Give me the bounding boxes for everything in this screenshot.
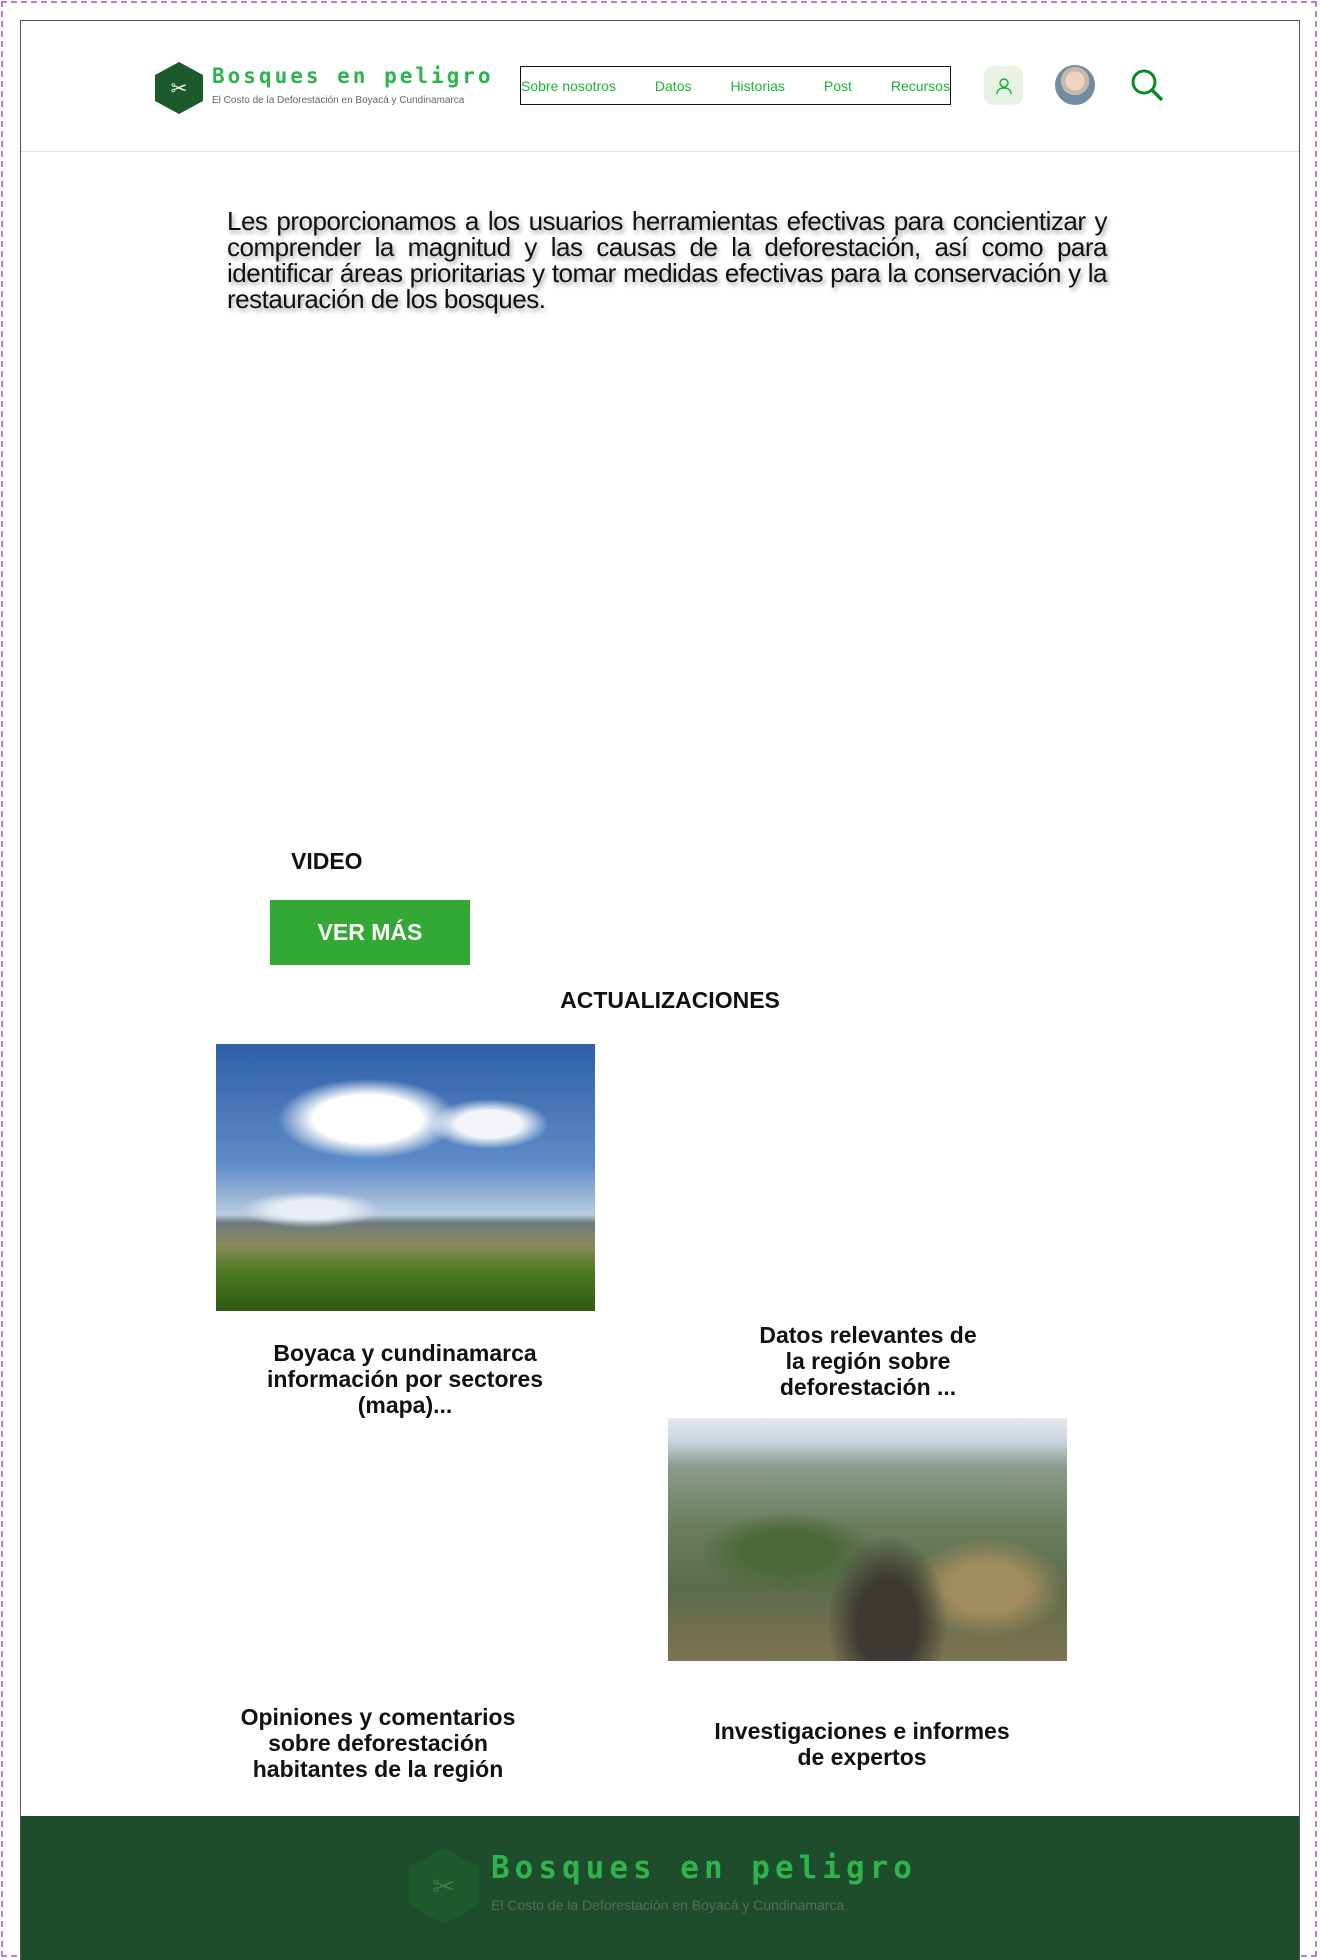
nav-historias[interactable]: Historias [730,78,784,94]
search-icon [1131,69,1164,102]
site-logo[interactable]: ✂ Bosques en peligro El Costo de la Defo… [155,62,491,114]
aerial-image[interactable] [668,1418,1067,1661]
nav-post[interactable]: Post [824,78,852,94]
login-button[interactable] [984,66,1023,105]
search-button[interactable] [1130,68,1164,107]
landscape-image[interactable] [216,1044,595,1311]
nav-datos[interactable]: Datos [655,78,692,94]
nav-sobre-nosotros[interactable]: Sobre nosotros [521,78,616,94]
footer-logo-title: Bosques en peligro [491,1850,917,1886]
update-title-investigaciones[interactable]: Investigaciones e informes de expertos [662,1718,1062,1770]
header-divider [21,151,1299,152]
logo-subtitle: El Costo de la Deforestación en Boyacá y… [212,95,465,106]
updates-heading: ACTUALIZACIONES [560,987,780,1013]
footer-logo-emblem-icon: ✂ [409,1848,479,1924]
user-icon [995,77,1012,94]
update-title-opiniones[interactable]: Opiniones y comentarios sobre deforestac… [178,1704,578,1782]
footer-logo-subtitle: El Costo de la Deforestación en Boyacá y… [491,1897,845,1913]
update-title-datos[interactable]: Datos relevantes de la región sobre defo… [668,1322,1068,1400]
logo-emblem-icon: ✂ [155,62,203,114]
nav-recursos[interactable]: Recursos [891,78,950,94]
update-title-mapa[interactable]: Boyaca y cundinamarca información por se… [215,1340,595,1418]
logo-title: Bosques en peligro [212,64,494,88]
footer: ✂ Bosques en peligro El Costo de la Defo… [21,1816,1299,1960]
video-label: VIDEO [291,848,363,874]
intro-text: Les proporcionamos a los usuarios herram… [227,206,1108,314]
avatar[interactable] [1055,65,1095,105]
ver-mas-button[interactable]: VER MÁS [270,900,470,965]
main-nav: Sobre nosotros Datos Historias Post Recu… [520,66,951,105]
